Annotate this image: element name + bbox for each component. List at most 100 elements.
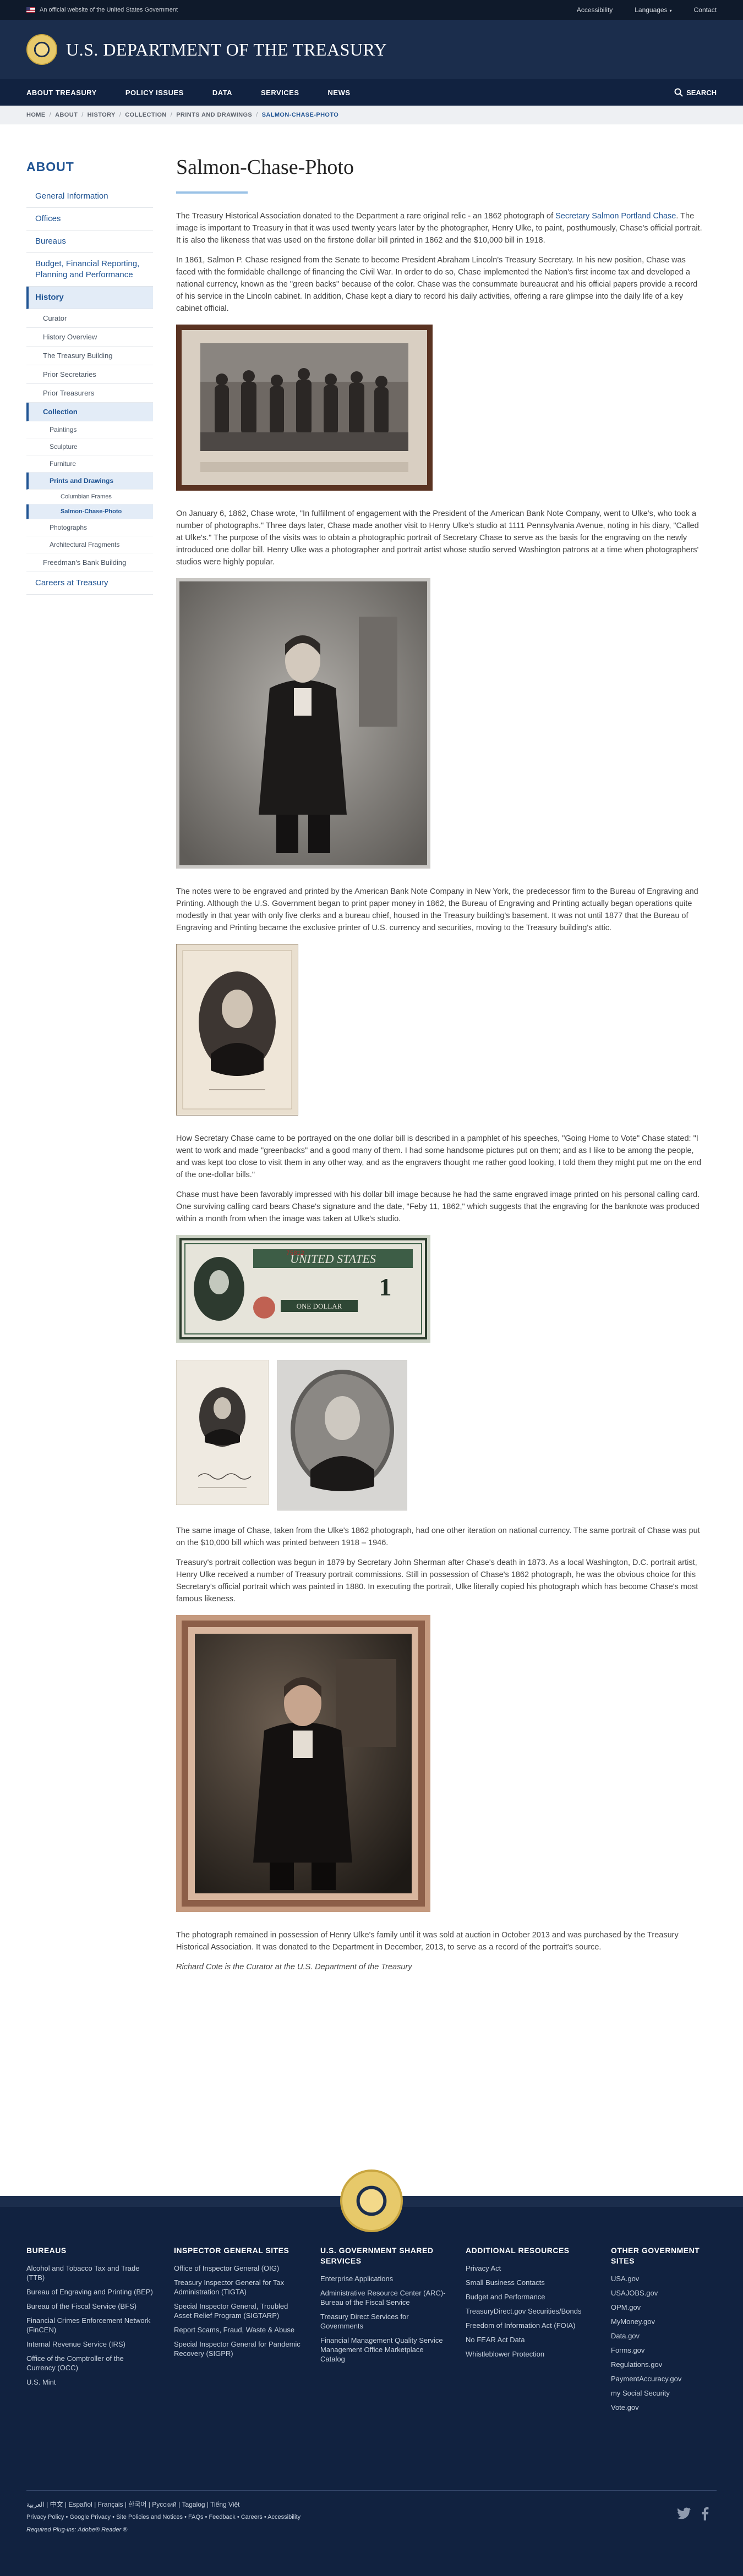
sidebar-title: ABOUT (26, 160, 74, 174)
footer-link[interactable]: U.S. Mint (26, 2377, 153, 2387)
bill-numeral-text: 1 (379, 1273, 392, 1301)
breadcrumb-home[interactable]: HOME (26, 112, 46, 118)
accessibility-link[interactable]: Accessibility (577, 6, 613, 14)
nav-news[interactable]: NEWS (328, 89, 351, 97)
nav-policy-issues[interactable]: POLICY ISSUES (125, 89, 184, 97)
sidebar-item-prior-treasurers[interactable]: Prior Treasurers (26, 384, 153, 403)
sidebar-item-photographs[interactable]: Photographs (26, 519, 153, 536)
twitter-icon[interactable] (677, 2507, 691, 2519)
footer-link[interactable]: Office of Inspector General (OIG) (174, 2264, 301, 2273)
gov-banner: An official website of the United States… (0, 0, 743, 20)
bill-serial-text: 75812 (286, 1250, 304, 1257)
cabinet-engraving-picture (176, 325, 433, 491)
sidebar-item-prior-secretaries[interactable]: Prior Secretaries (26, 365, 153, 384)
sidebar-item-offices[interactable]: Offices (26, 208, 153, 230)
secretary-chase-link[interactable]: Secretary Salmon Portland Chase (555, 212, 676, 221)
sidebar-item-architectural-fragments[interactable]: Architectural Fragments (26, 536, 153, 553)
footer-column-inspector-general: INSPECTOR GENERAL SITES Office of Inspec… (174, 2245, 301, 2363)
footer-required-plugins[interactable]: Required Plug-ins: Adobe® Reader ® (26, 2526, 127, 2533)
us-flag-icon (26, 7, 35, 13)
footer-link[interactable]: Whistleblower Protection (466, 2349, 592, 2359)
footer-link[interactable]: Special Inspector General for Pandemic R… (174, 2339, 301, 2358)
footer-link[interactable]: Privacy Act (466, 2264, 592, 2273)
sidebar-item-collection[interactable]: Collection (26, 403, 153, 421)
footer-link[interactable]: MyMoney.gov (611, 2317, 721, 2326)
footer-link[interactable]: Data.gov (611, 2331, 721, 2341)
footer-link[interactable]: my Social Security (611, 2388, 721, 2398)
sidebar-item-furniture[interactable]: Furniture (26, 455, 153, 473)
intro-paragraph: The Treasury Historical Association dona… (176, 210, 703, 246)
footer-link[interactable]: Alcohol and Tobacco Tax and Trade (TTB) (26, 2264, 153, 2282)
breadcrumb-prints-and-drawings[interactable]: PRINTS AND DRAWINGS (176, 112, 252, 118)
breadcrumb-collection[interactable]: COLLECTION (125, 112, 167, 118)
sidebar-item-paintings[interactable]: Paintings (26, 421, 153, 438)
footer-link[interactable]: PaymentAccuracy.gov (611, 2374, 721, 2383)
sidebar-item-careers[interactable]: Careers at Treasury (26, 572, 153, 595)
footer-link[interactable]: Financial Crimes Enforcement Network (Fi… (26, 2316, 153, 2335)
footer-column-bureaus: BUREAUS Alcohol and Tobacco Tax and Trad… (26, 2245, 153, 2392)
nav-about-treasury[interactable]: ABOUT TREASURY (26, 89, 97, 97)
footer-language-links[interactable]: العربية | 中文 | Español | Français | 한국어 … (26, 2500, 240, 2509)
footer-link[interactable]: Office of the Comptroller of the Currenc… (26, 2354, 153, 2372)
footer-link[interactable]: TreasuryDirect.gov Securities/Bonds (466, 2306, 592, 2316)
search-button[interactable]: SEARCH (674, 88, 717, 97)
footer-link[interactable]: Freedom of Information Act (FOIA) (466, 2321, 592, 2330)
sidebar-item-history-overview[interactable]: History Overview (26, 328, 153, 347)
ten-thousand-bill-portrait-picture (277, 1360, 407, 1511)
paragraph-notes-engraved: The notes were to be engraved and printe… (176, 887, 698, 932)
sidebar-item-history[interactable]: History (26, 287, 153, 309)
sidebar-item-salmon-chase-photo[interactable]: Salmon-Chase-Photo (26, 504, 153, 519)
sidebar-item-budget[interactable]: Budget, Financial Reporting, Planning an… (26, 253, 153, 287)
footer-heading-shared-services: U.S. GOVERNMENT SHARED SERVICES (320, 2246, 434, 2265)
footer-link[interactable]: Financial Management Quality Service Man… (320, 2336, 447, 2364)
footer-link[interactable]: No FEAR Act Data (466, 2335, 592, 2344)
nav-data[interactable]: DATA (212, 89, 232, 97)
sidebar-item-columbian-frames[interactable]: Columbian Frames (26, 490, 153, 504)
site-title[interactable]: U.S. DEPARTMENT OF THE TREASURY (66, 40, 387, 60)
nav-services[interactable]: SERVICES (261, 89, 299, 97)
footer-link[interactable]: USAJOBS.gov (611, 2288, 721, 2298)
footer-legal-links[interactable]: Privacy Policy • Google Privacy • Site P… (26, 2514, 301, 2520)
footer-link[interactable]: USA.gov (611, 2274, 721, 2283)
footer-link[interactable]: Treasury Direct Services for Governments (320, 2312, 447, 2331)
footer-divider (26, 2490, 717, 2491)
paragraph-january-1862: On January 6, 1862, Chase wrote, "In ful… (176, 509, 699, 567)
footer-link[interactable]: Enterprise Applications (320, 2274, 447, 2283)
sidebar-item-curator[interactable]: Curator (26, 309, 153, 328)
footer-link[interactable]: Internal Revenue Service (IRS) (26, 2339, 153, 2349)
contact-link[interactable]: Contact (694, 6, 717, 14)
site-header: U.S. DEPARTMENT OF THE TREASURY (0, 20, 743, 79)
sidebar-item-freedmans-bank[interactable]: Freedman's Bank Building (26, 553, 153, 572)
breadcrumb-separator: / (81, 111, 84, 118)
chase-standing-picture (176, 578, 430, 869)
footer-link[interactable]: Report Scams, Fraud, Waste & Abuse (174, 2325, 301, 2335)
sidebar-item-sculpture[interactable]: Sculpture (26, 438, 153, 455)
footer-link[interactable]: Forms.gov (611, 2346, 721, 2355)
treasury-seal-logo[interactable] (26, 34, 57, 65)
footer-link[interactable]: OPM.gov (611, 2303, 721, 2312)
breadcrumb-history[interactable]: HISTORY (88, 112, 116, 118)
languages-menu[interactable]: Languages ▾ (635, 6, 671, 14)
footer-link[interactable]: Administrative Resource Center (ARC)- Bu… (320, 2288, 447, 2307)
footer-link[interactable]: Bureau of Engraving and Printing (BEP) (26, 2287, 153, 2297)
footer-column-additional-resources: ADDITIONAL RESOURCES Privacy Act Small B… (466, 2245, 592, 2364)
footer-heading-bureaus: BUREAUS (26, 2246, 67, 2255)
footer-link[interactable]: Small Business Contacts (466, 2278, 592, 2287)
facebook-icon[interactable] (701, 2507, 709, 2520)
sidebar-item-prints-and-drawings[interactable]: Prints and Drawings (26, 473, 153, 490)
footer-link[interactable]: Budget and Performance (466, 2292, 592, 2302)
sidebar-item-general-information[interactable]: General Information (26, 185, 153, 208)
footer-link[interactable]: Treasury Inspector General for Tax Admin… (174, 2278, 301, 2297)
sidebar-item-treasury-building[interactable]: The Treasury Building (26, 347, 153, 365)
footer-link[interactable]: Special Inspector General, Troubled Asse… (174, 2302, 301, 2320)
breadcrumb-current: SALMON-CHASE-PHOTO (261, 111, 339, 118)
footer-link[interactable]: Vote.gov (611, 2403, 721, 2412)
site-footer: BUREAUS Alcohol and Tobacco Tax and Trad… (0, 2169, 743, 2576)
search-icon (674, 88, 683, 97)
footer-heading-additional-resources: ADDITIONAL RESOURCES (466, 2246, 570, 2255)
sidebar: ABOUT General Information Offices Bureau… (26, 160, 153, 595)
footer-link[interactable]: Regulations.gov (611, 2360, 721, 2369)
footer-link[interactable]: Bureau of the Fiscal Service (BFS) (26, 2302, 153, 2311)
breadcrumb-about[interactable]: ABOUT (55, 112, 78, 118)
sidebar-item-bureaus[interactable]: Bureaus (26, 230, 153, 253)
